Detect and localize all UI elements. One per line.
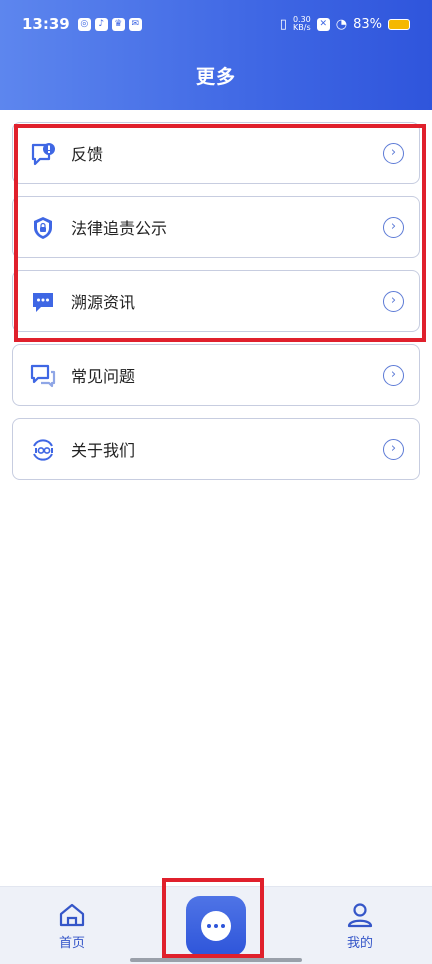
nav-home-label: 首页 [58,936,85,951]
wifi-icon: ◔ [335,16,348,32]
menu-item-about-us[interactable]: 关于我们 › [12,418,420,480]
status-time: 13:39 [22,15,70,33]
battery-icon [388,18,410,30]
chevron-right-icon: › [383,365,404,386]
menu-item-legal-notice[interactable]: 法律追责公示 › [12,196,420,258]
feedback-icon [31,143,55,166]
home-icon [59,903,85,927]
chevron-right-icon: › [383,143,404,164]
shield-lock-icon [34,217,52,239]
menu-item-label: 反馈 [71,145,104,164]
menu-item-label: 溯源资讯 [71,293,136,312]
no-sim-icon: ✕ [316,17,330,31]
nav-mine-label: 我的 [346,936,373,951]
menu-item-label: 常见问题 [71,367,136,386]
crown-icon: ♛ [111,17,125,31]
menu-item-traceability-news[interactable]: 溯源资讯 › [12,270,420,332]
home-indicator [130,958,302,962]
menu-item-faq[interactable]: 常见问题 › [12,344,420,406]
chevron-right-icon: › [383,217,404,238]
chat-bubbles-icon [30,364,56,388]
menu-item-label: 法律追责公示 [71,219,168,238]
battery-percent: 83% [353,16,382,32]
menu-item-label: 关于我们 [71,441,136,460]
page-title: 更多 [195,66,236,88]
tiktok-icon: ♪ [94,17,108,31]
message-dots-icon [33,293,53,312]
user-icon [347,903,373,928]
menu-item-feedback[interactable]: 反馈 › [12,122,420,184]
top-header: 13:39 ◎ ♪ ♛ ✉ ▯ 0.30 KB/s ✕ ◔ 83% 更多 [0,0,432,110]
network-speed: 0.30 KB/s [292,15,311,32]
chevron-right-icon: › [383,291,404,312]
status-bar: 13:39 ◎ ♪ ♛ ✉ ▯ 0.30 KB/s ✕ ◔ 83% [0,0,432,48]
nav-home[interactable]: 首页 [42,902,102,951]
app-notification-icon: ◎ [77,17,91,31]
nav-mine[interactable]: 我的 [330,902,390,951]
about-logo-icon [33,439,53,461]
mail-icon: ✉ [128,17,142,31]
chevron-right-icon: › [383,439,404,460]
more-dots-icon [201,911,231,941]
vibrate-icon: ▯ [279,16,287,32]
more-button[interactable] [186,896,246,956]
